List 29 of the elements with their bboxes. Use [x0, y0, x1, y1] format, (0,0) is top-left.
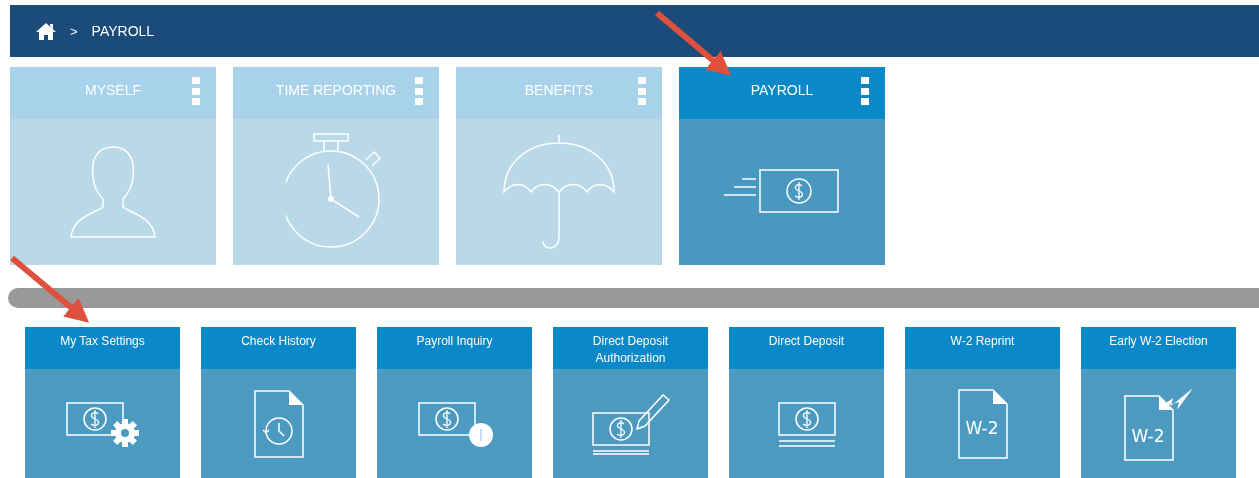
breadcrumb-separator: > [70, 23, 78, 39]
more-icon[interactable] [861, 77, 869, 105]
action-tile[interactable]: Direct Deposit [729, 327, 884, 478]
tile-title: Early W-2 Election [1108, 333, 1209, 350]
tile-title: My Tax Settings [59, 333, 146, 350]
tile-title: MYSELF [85, 82, 141, 98]
tile-title: Check History [240, 333, 317, 350]
tile-title: PAYROLL [750, 82, 814, 98]
more-icon[interactable] [638, 77, 646, 105]
action-tile[interactable]: Payroll Inquiry [377, 327, 532, 478]
action-tile[interactable]: Check History [201, 327, 356, 478]
tile-title: BENEFITS [524, 82, 594, 98]
more-icon[interactable] [192, 77, 200, 105]
tile-title: W-2 Reprint [949, 333, 1016, 350]
breadcrumb-current: PAYROLL [91, 23, 155, 39]
category-tile[interactable]: PAYROLL [679, 67, 885, 265]
document-clock-icon [251, 388, 306, 459]
home-icon[interactable] [36, 22, 56, 40]
tile-title: Direct Deposit Authorization [591, 333, 670, 367]
more-icon[interactable] [415, 77, 423, 105]
action-tile[interactable]: My Tax Settings [25, 327, 180, 478]
action-tile[interactable]: Early W-2 Election W-2 [1081, 327, 1236, 478]
action-tile[interactable]: W-2 Reprint W-2 [905, 327, 1060, 478]
tile-title: Direct Deposit [767, 333, 846, 350]
action-tile[interactable]: Direct Deposit Authorization [553, 327, 708, 478]
scroll-bar[interactable] [8, 288, 1259, 308]
tile-title: TIME REPORTING [275, 82, 397, 98]
tile-title: Payroll Inquiry [415, 333, 494, 350]
w2-form-icon: W-2 [955, 387, 1010, 460]
